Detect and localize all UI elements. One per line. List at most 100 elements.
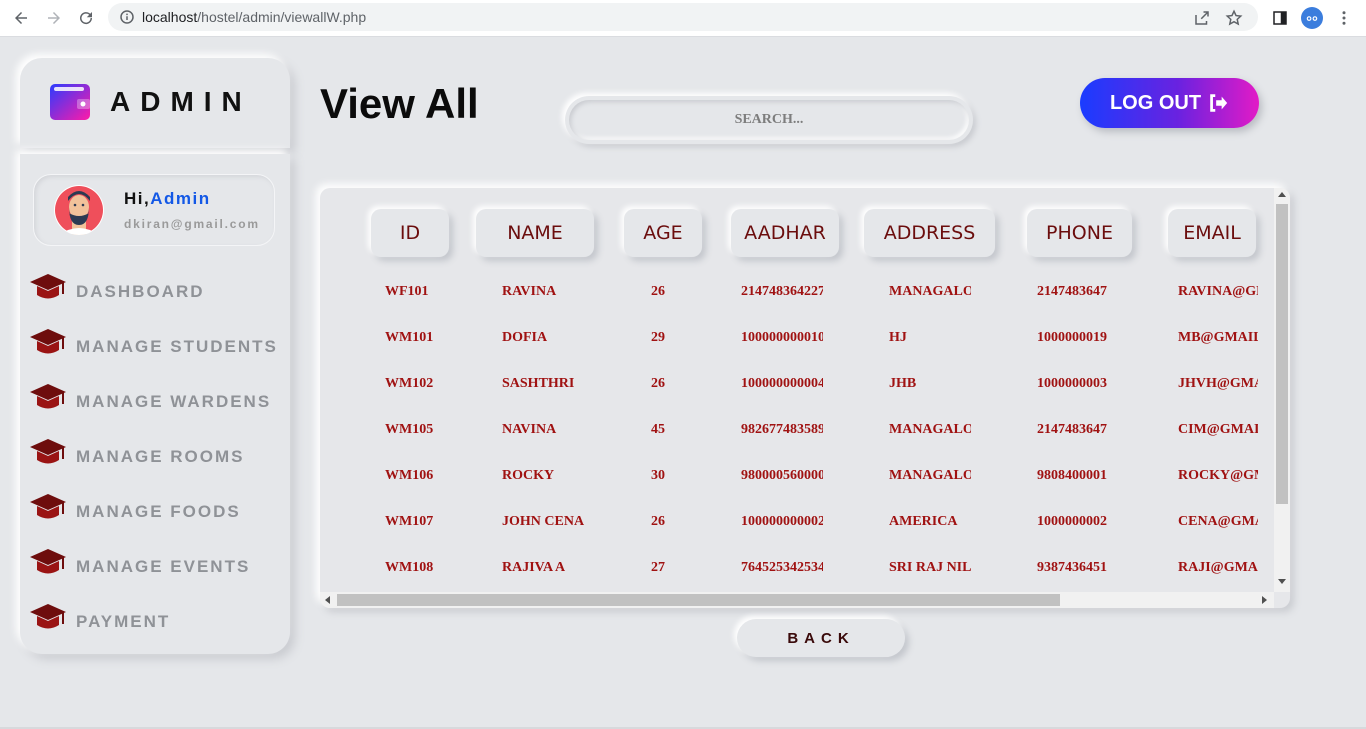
table-cell: ROCKY@GMAIL.COM [1178, 468, 1258, 483]
graduation-cap-icon [30, 549, 66, 574]
table-cell: RAJI@GMAIL.COM [1178, 560, 1258, 575]
url-text: localhost/hostel/admin/viewallW.php [142, 9, 367, 25]
table-cell: 1000000002 [1037, 514, 1107, 529]
table-cell: MANAGALORE [889, 284, 971, 299]
table-cell: HJ [889, 330, 907, 345]
reload-icon[interactable] [74, 6, 98, 30]
avatar [54, 185, 104, 235]
info-icon[interactable] [118, 8, 136, 26]
horizontal-scroll-thumb[interactable] [337, 594, 1060, 606]
graduation-cap-icon [30, 384, 66, 409]
logout-button[interactable]: LOG OUT [1080, 78, 1259, 128]
table-cell: 26 [651, 514, 665, 529]
sidebar-item-manage-wardens[interactable]: MANAGE WARDENS [28, 382, 288, 416]
table-cell: 2147483647 [1037, 284, 1107, 299]
column-header-name[interactable]: NAME [476, 209, 594, 257]
profile-card: Hi,Admin dkiran@gmail.com [33, 174, 275, 246]
table-cell: WM102 [385, 376, 434, 391]
table-cell: SRI RAJ NILAYA [889, 560, 971, 575]
table-cell: 980000560000 [741, 468, 823, 483]
column-header-address[interactable]: ADDRESS [864, 209, 995, 257]
table-cell: JOHN CENA [502, 514, 585, 529]
table-cell: 100000000004 [741, 376, 823, 391]
graduation-cap-icon [30, 274, 66, 299]
sidebar-item-manage-rooms[interactable]: MANAGE ROOMS [28, 437, 288, 471]
sidebar-item-payment[interactable]: PAYMENT [28, 602, 288, 636]
table-cell: JHB [889, 376, 917, 391]
table-cell: MANAGALORE [889, 422, 971, 437]
admin-brand: ADMIN [20, 58, 290, 148]
scroll-left-arrow-icon[interactable] [325, 596, 330, 604]
browser-toolbar: localhost/hostel/admin/viewallW.php [0, 0, 1366, 37]
table-cell: NAVINA [502, 422, 557, 437]
table-cell: WM108 [385, 560, 434, 575]
scroll-right-arrow-icon[interactable] [1262, 596, 1267, 604]
table-cell: 1000000003 [1037, 376, 1107, 391]
admin-title: ADMIN [110, 86, 252, 117]
table-cell: WM107 [385, 514, 434, 529]
column-header-id[interactable]: ID [371, 209, 449, 257]
side-panel-icon[interactable] [1268, 6, 1292, 30]
table-cell: 30 [651, 468, 665, 483]
table-cell: 214748364227 [741, 284, 823, 299]
table-cell: 1000000019 [1037, 330, 1107, 345]
table-cell: MB@GMAIL.COM [1178, 330, 1258, 345]
graduation-cap-icon [30, 494, 66, 519]
table-cell: JHVH@GMAIL.COM [1178, 376, 1258, 391]
wallet-icon [50, 84, 90, 120]
data-table: ID NAME AGE AADHAR ADDRESS PHONE EMAIL W… [320, 188, 1290, 608]
column-header-aadhar[interactable]: AADHAR [731, 209, 839, 257]
sidebar-item-manage-students[interactable]: MANAGE STUDENTS [28, 327, 288, 361]
user-email: dkiran@gmail.com [124, 217, 260, 231]
greeting: Hi,Admin [124, 189, 211, 208]
table-cell: 45 [651, 422, 665, 437]
table-cell: 29 [651, 330, 665, 345]
table-cell: 764525342534 [741, 560, 823, 575]
scroll-down-arrow-icon[interactable] [1278, 579, 1286, 584]
table-cell: 26 [651, 376, 665, 391]
search-box [565, 96, 973, 144]
vertical-scroll-thumb[interactable] [1276, 204, 1288, 504]
share-icon[interactable] [1190, 6, 1214, 30]
scroll-up-arrow-icon[interactable] [1278, 192, 1286, 197]
profile-avatar-icon[interactable] [1300, 6, 1324, 30]
table-cell: 982677483589 [741, 422, 823, 437]
user-name: Admin [150, 189, 211, 208]
graduation-cap-icon [30, 329, 66, 354]
bookmark-star-icon[interactable] [1222, 6, 1246, 30]
column-header-email[interactable]: EMAIL [1168, 209, 1256, 257]
vertical-scrollbar[interactable] [1274, 188, 1290, 592]
back-arrow-icon[interactable] [9, 6, 33, 30]
more-menu-icon[interactable] [1332, 6, 1356, 30]
sidebar-item-manage-foods[interactable]: MANAGE FOODS [28, 492, 288, 526]
forward-arrow-icon[interactable] [42, 6, 66, 30]
table-cell: 9387436451 [1037, 560, 1107, 575]
table-cell: RAJIVA A [502, 560, 566, 575]
column-header-phone[interactable]: PHONE [1027, 209, 1132, 257]
table-cell: ROCKY [502, 468, 555, 483]
table-cell: WM105 [385, 422, 434, 437]
table-cell: 26 [651, 284, 665, 299]
back-button[interactable]: BACK [737, 619, 905, 657]
table-cell: 100000000002 [741, 514, 823, 529]
column-header-age[interactable]: AGE [624, 209, 702, 257]
table-cell: 2147483647 [1037, 422, 1107, 437]
graduation-cap-icon [30, 604, 66, 629]
horizontal-scrollbar[interactable] [320, 592, 1274, 608]
search-input[interactable] [569, 100, 969, 140]
sign-out-icon [1210, 94, 1228, 112]
address-bar[interactable]: localhost/hostel/admin/viewallW.php [108, 3, 1258, 31]
table-cell: 9808400001 [1037, 468, 1107, 483]
sidebar: Hi,Admin dkiran@gmail.com DASHBOARD MANA… [20, 154, 290, 654]
table-cell: RAVINA [502, 284, 557, 299]
table-cell: 27 [651, 560, 665, 575]
sidebar-item-manage-events[interactable]: MANAGE EVENTS [28, 547, 288, 581]
table-cell: WM101 [385, 330, 434, 345]
table-cell: MANAGALORE [889, 468, 971, 483]
sidebar-item-dashboard[interactable]: DASHBOARD [28, 272, 288, 306]
table-cell: WF101 [385, 284, 429, 299]
table-cell: WM106 [385, 468, 434, 483]
table-cell: CIM@GMAIL.COM [1178, 422, 1258, 437]
table-cell: RAVINA@GMAIL.COM [1178, 284, 1258, 299]
table-cell: DOFIA [502, 330, 548, 345]
